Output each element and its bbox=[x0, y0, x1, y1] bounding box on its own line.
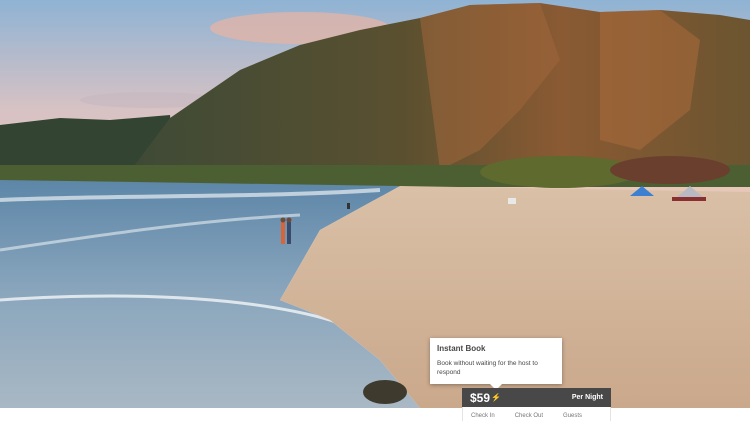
tooltip-body: Book without waiting for the host to res… bbox=[437, 360, 538, 377]
price-bar: $59 ⚡ Per Night bbox=[462, 388, 611, 407]
check-in-label[interactable]: Check In bbox=[471, 413, 495, 421]
booking-fields-row: Check In Check Out Guests bbox=[462, 407, 611, 421]
instant-book-tooltip: Instant Book Book without waiting for th… bbox=[430, 338, 562, 390]
check-out-label[interactable]: Check Out bbox=[515, 413, 543, 421]
per-night-label: Per Night bbox=[571, 394, 603, 401]
guests-label[interactable]: Guests bbox=[563, 413, 582, 421]
lightning-bolt-icon[interactable]: ⚡ bbox=[491, 393, 501, 402]
tooltip-title: Instant Book bbox=[437, 344, 486, 353]
listing-hero-photo[interactable] bbox=[0, 0, 750, 408]
page-content-strip bbox=[0, 408, 462, 421]
nightly-price: $59 bbox=[470, 390, 491, 405]
